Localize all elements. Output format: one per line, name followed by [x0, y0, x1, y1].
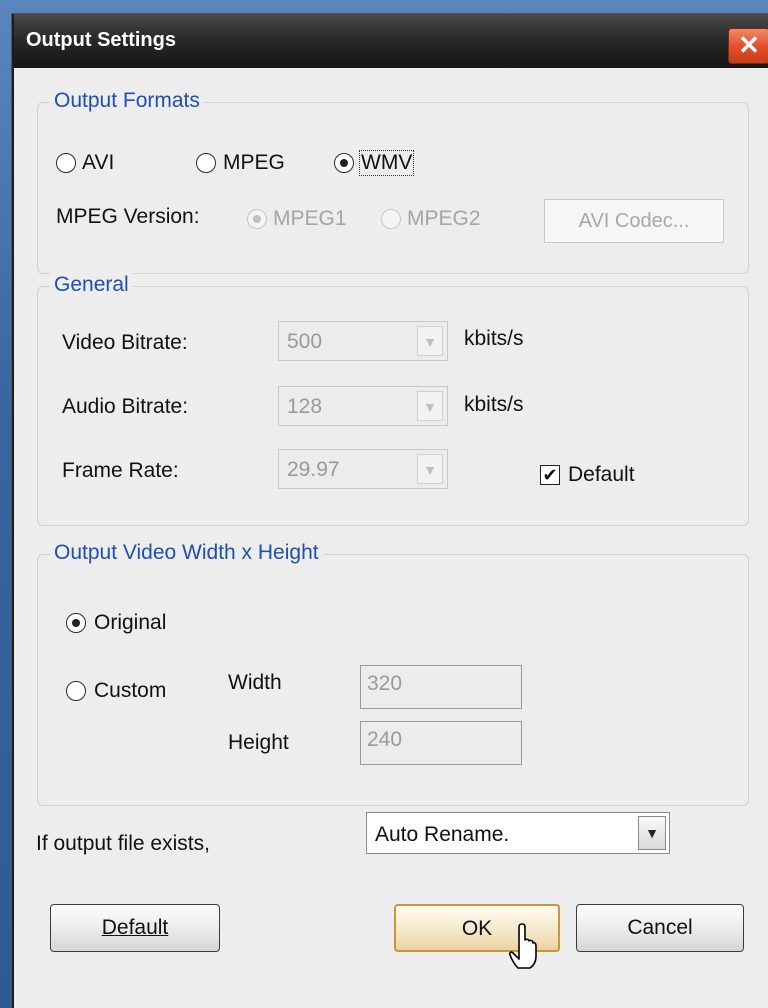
video-dimensions-legend: Output Video Width x Height: [50, 541, 323, 565]
title-bar[interactable]: Output Settings ✕: [14, 14, 768, 68]
radio-mpeg1-label[interactable]: MPEG1: [273, 207, 347, 231]
radio-avi[interactable]: [56, 153, 76, 173]
height-value: 240: [367, 728, 403, 751]
default-button-label: Default: [101, 916, 169, 939]
frame-rate-combo[interactable]: 29.97 ▼: [278, 449, 448, 489]
video-bitrate-combo[interactable]: 500 ▼: [278, 321, 448, 361]
close-button[interactable]: ✕: [728, 28, 768, 64]
close-icon: ✕: [738, 30, 760, 60]
width-label: Width: [228, 671, 282, 694]
avi-codec-button[interactable]: AVI Codec...: [544, 199, 724, 243]
radio-custom[interactable]: [66, 681, 86, 701]
default-checkbox[interactable]: ✔: [540, 465, 560, 485]
height-field[interactable]: 240: [360, 721, 522, 765]
chevron-down-icon[interactable]: ▼: [417, 454, 443, 484]
radio-original-label[interactable]: Original: [94, 611, 166, 635]
general-group: General Video Bitrate: 500 ▼ kbits/s Aud…: [37, 273, 749, 526]
ok-button-label: OK: [461, 917, 493, 940]
video-bitrate-label: Video Bitrate:: [62, 331, 188, 354]
width-field[interactable]: 320: [360, 665, 522, 709]
video-bitrate-unit: kbits/s: [464, 327, 524, 350]
file-exists-select[interactable]: Auto Rename. ▼: [366, 812, 670, 854]
cancel-button[interactable]: Cancel: [576, 904, 744, 952]
frame-rate-label: Frame Rate:: [62, 459, 179, 482]
radio-original[interactable]: [66, 613, 86, 633]
radio-mpeg[interactable]: [196, 153, 216, 173]
output-formats-legend: Output Formats: [50, 89, 204, 113]
video-bitrate-value: 500: [287, 330, 323, 353]
radio-mpeg2[interactable]: [381, 209, 401, 229]
chevron-down-icon[interactable]: ▼: [417, 326, 443, 356]
radio-mpeg-label[interactable]: MPEG: [223, 151, 285, 175]
window-title: Output Settings: [26, 29, 176, 51]
cancel-button-label: Cancel: [627, 916, 693, 939]
file-exists-label: If output file exists,: [36, 832, 210, 855]
radio-wmv[interactable]: [334, 153, 354, 173]
audio-bitrate-unit: kbits/s: [464, 393, 524, 416]
chevron-down-icon[interactable]: ▼: [417, 391, 443, 421]
video-dimensions-group: Output Video Width x Height Original Cus…: [37, 541, 749, 806]
mouse-cursor-icon: [508, 923, 537, 969]
radio-mpeg2-label[interactable]: MPEG2: [407, 207, 481, 231]
width-value: 320: [367, 672, 403, 695]
radio-wmv-label[interactable]: WMV: [358, 150, 415, 176]
audio-bitrate-label: Audio Bitrate:: [62, 395, 189, 418]
general-legend: General: [50, 273, 133, 297]
mpeg-version-label: MPEG Version:: [56, 205, 200, 228]
audio-bitrate-value: 128: [287, 395, 323, 418]
chevron-down-icon[interactable]: ▼: [638, 816, 666, 850]
radio-custom-label[interactable]: Custom: [94, 679, 166, 703]
radio-mpeg1[interactable]: [247, 209, 267, 229]
output-settings-dialog: Output Settings ✕ Output Formats AVI MPE…: [12, 14, 768, 1008]
audio-bitrate-combo[interactable]: 128 ▼: [278, 386, 448, 426]
default-button[interactable]: Default: [50, 904, 220, 952]
default-checkbox-label[interactable]: Default: [568, 463, 635, 487]
radio-avi-label[interactable]: AVI: [82, 151, 114, 175]
file-exists-value: Auto Rename.: [375, 823, 510, 846]
output-formats-group: Output Formats AVI MPEG WMV MPEG Version…: [37, 89, 749, 274]
frame-rate-value: 29.97: [287, 458, 340, 481]
height-label: Height: [228, 731, 289, 754]
